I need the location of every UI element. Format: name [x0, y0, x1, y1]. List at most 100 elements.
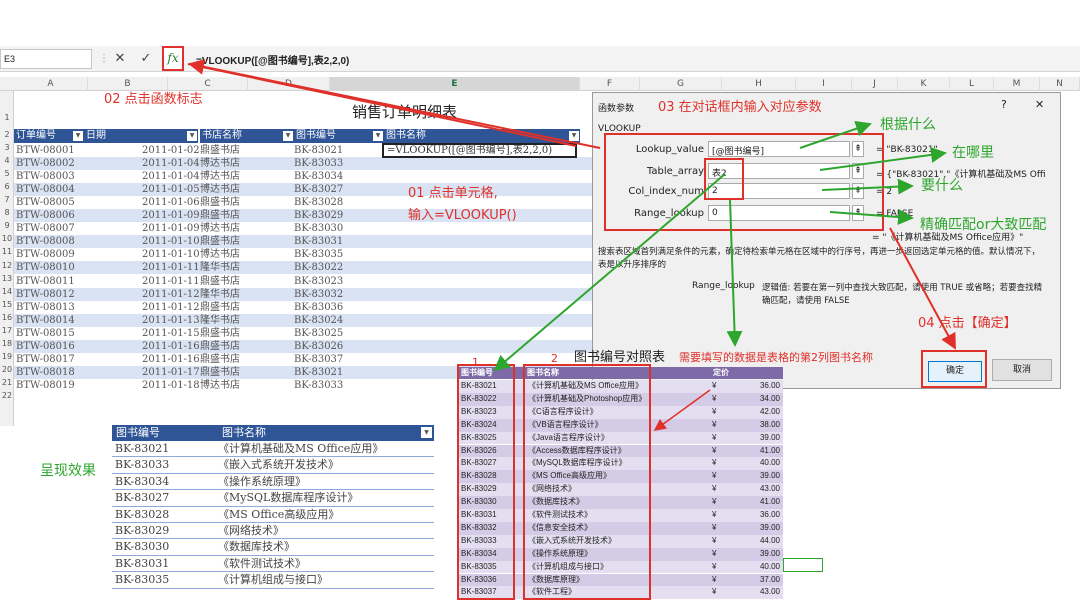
table-cell[interactable]: BTW-08011: [16, 275, 75, 288]
table-cell[interactable]: 博达书店: [200, 379, 240, 392]
result-name[interactable]: 《软件测试技术》: [218, 556, 306, 572]
filter-dropdown-icon[interactable]: ▼: [187, 131, 197, 141]
close-icon[interactable]: ✕: [1035, 98, 1044, 111]
table-cell[interactable]: BK-83030: [294, 222, 343, 235]
table-cell[interactable]: 2011-01-16: [142, 353, 200, 366]
row-header[interactable]: 12: [0, 261, 14, 270]
row-header[interactable]: 11: [0, 247, 14, 256]
row-header[interactable]: 18: [0, 339, 14, 348]
table-cell[interactable]: BTW-08019: [16, 379, 75, 392]
help-icon[interactable]: ?: [1001, 98, 1007, 111]
active-cell[interactable]: =VLOOKUP([@图书编号],表2,2,0): [382, 143, 577, 158]
row-header[interactable]: 3: [0, 143, 14, 152]
column-header[interactable]: L: [950, 77, 994, 91]
table-cell[interactable]: BK-83036: [294, 301, 343, 314]
table-cell[interactable]: 2011-01-06: [142, 196, 200, 209]
row-header[interactable]: 7: [0, 195, 14, 204]
filter-dropdown-icon[interactable]: ▼: [373, 131, 383, 141]
insert-function-icon[interactable]: fx: [162, 46, 184, 71]
table-cell[interactable]: BK-83021: [294, 366, 343, 379]
lookup-price[interactable]: 38.00: [760, 419, 780, 432]
row-header[interactable]: 22: [0, 391, 14, 400]
table-cell[interactable]: 2011-01-12: [142, 288, 200, 301]
table-cell[interactable]: BK-83024: [294, 314, 343, 327]
filter-dropdown-icon[interactable]: ▼: [283, 131, 293, 141]
result-name[interactable]: 《MS Office高级应用》: [218, 507, 339, 523]
table-cell[interactable]: BK-83033: [294, 379, 343, 392]
table-cell[interactable]: BTW-08013: [16, 301, 75, 314]
table-cell[interactable]: BTW-08018: [16, 366, 75, 379]
table-cell[interactable]: 鼎盛书店: [200, 353, 240, 366]
filter-dropdown-icon[interactable]: ▼: [569, 131, 579, 141]
table-cell[interactable]: BTW-08010: [16, 261, 75, 274]
row-header[interactable]: 19: [0, 352, 14, 361]
lookup-price[interactable]: 41.00: [760, 496, 780, 509]
ok-button[interactable]: 确定: [928, 361, 982, 382]
table-cell[interactable]: 鼎盛书店: [200, 275, 240, 288]
row-header[interactable]: 17: [0, 326, 14, 335]
lookup-price[interactable]: 43.00: [760, 483, 780, 496]
table-cell[interactable]: BTW-08012: [16, 288, 75, 301]
table-cell[interactable]: BK-83022: [294, 261, 343, 274]
row-header[interactable]: 4: [0, 156, 14, 165]
table-cell[interactable]: 2011-01-04: [142, 157, 200, 170]
lookup-price[interactable]: 37.00: [760, 574, 780, 587]
table-cell[interactable]: BK-83026: [294, 340, 343, 353]
column-header[interactable]: K: [898, 77, 950, 91]
table-cell[interactable]: 2011-01-04: [142, 170, 200, 183]
table-cell[interactable]: 博达书店: [200, 222, 240, 235]
table-cell[interactable]: 2011-01-10: [142, 235, 200, 248]
result-id[interactable]: BK-83031: [115, 556, 169, 572]
lookup-price[interactable]: 42.00: [760, 406, 780, 419]
table-cell[interactable]: 2011-01-11: [142, 261, 200, 274]
table-cell[interactable]: 2011-01-09: [142, 209, 200, 222]
table-cell[interactable]: 鼎盛书店: [200, 366, 240, 379]
row-header[interactable]: 15: [0, 300, 14, 309]
table-cell[interactable]: BTW-08008: [16, 235, 75, 248]
table-cell[interactable]: 2011-01-16: [142, 340, 200, 353]
row-header[interactable]: 14: [0, 287, 14, 296]
table-cell[interactable]: 鼎盛书店: [200, 209, 240, 222]
result-name[interactable]: 《MySQL数据库程序设计》: [218, 490, 358, 506]
table-cell[interactable]: BTW-08007: [16, 222, 75, 235]
result-name[interactable]: 《计算机组成与接口》: [218, 572, 328, 588]
table-cell[interactable]: BK-83025: [294, 327, 343, 340]
lookup-price[interactable]: 41.00: [760, 445, 780, 458]
row-header[interactable]: 21: [0, 378, 14, 387]
table-cell[interactable]: 2011-01-12: [142, 301, 200, 314]
filter-dropdown-icon[interactable]: ▼: [421, 427, 432, 438]
lookup-price[interactable]: 39.00: [760, 470, 780, 483]
table-header-0[interactable]: 订单编号 ▼: [14, 129, 84, 143]
lookup-price[interactable]: 39.00: [760, 432, 780, 445]
column-header[interactable]: H: [722, 77, 796, 91]
row-header[interactable]: 5: [0, 169, 14, 178]
result-name[interactable]: 《网络技术》: [218, 523, 284, 539]
lookup-price[interactable]: 44.00: [760, 535, 780, 548]
confirm-icon[interactable]: ✓: [136, 49, 156, 69]
formula-input[interactable]: =VLOOKUP([@图书编号],表2,2,0): [196, 52, 349, 67]
result-name[interactable]: 《计算机基础及MS Office应用》: [218, 441, 383, 457]
result-name[interactable]: 《操作系统原理》: [218, 474, 306, 490]
table-cell[interactable]: 鼎盛书店: [200, 144, 240, 157]
table-cell[interactable]: BK-83029: [294, 209, 343, 222]
table-cell[interactable]: 鼎盛书店: [200, 235, 240, 248]
column-header[interactable]: E: [330, 77, 580, 91]
table-cell[interactable]: 2011-01-15: [142, 327, 200, 340]
cancel-icon[interactable]: ✕: [110, 49, 130, 69]
table-cell[interactable]: BK-83021: [294, 144, 343, 157]
table-cell[interactable]: BTW-08003: [16, 170, 75, 183]
table-cell[interactable]: BTW-08009: [16, 248, 75, 261]
table-cell[interactable]: BTW-08005: [16, 196, 75, 209]
row-header[interactable]: 1: [0, 113, 14, 122]
column-header[interactable]: J: [852, 77, 898, 91]
filter-dropdown-icon[interactable]: ▼: [73, 131, 83, 141]
result-id[interactable]: BK-83027: [115, 490, 169, 506]
table-cell[interactable]: 隆华书店: [200, 261, 240, 274]
column-header[interactable]: F: [580, 77, 640, 91]
cancel-button[interactable]: 取消: [992, 359, 1052, 381]
column-header[interactable]: I: [796, 77, 852, 91]
row-header[interactable]: 6: [0, 182, 14, 191]
result-id[interactable]: BK-83029: [115, 523, 169, 539]
table-cell[interactable]: BTW-08004: [16, 183, 75, 196]
table-header-3[interactable]: 图书编号 ▼: [294, 129, 384, 143]
